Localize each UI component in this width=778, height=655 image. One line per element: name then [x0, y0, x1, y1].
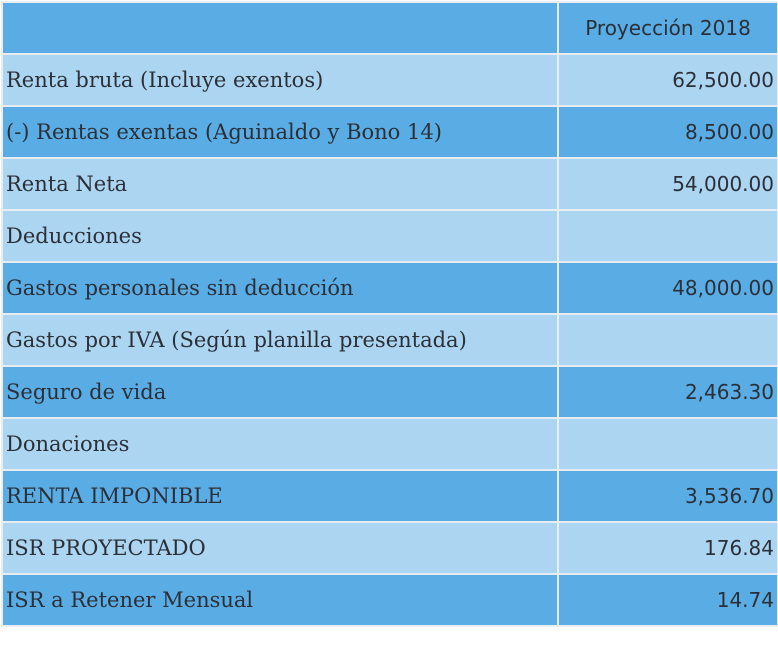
row-value: 176.84	[557, 521, 778, 575]
row-label: (-) Rentas exentas (Aguinaldo y Bono 14)	[1, 105, 559, 159]
row-value: 54,000.00	[557, 157, 778, 211]
row-value: 48,000.00	[557, 261, 778, 315]
row-label: Renta Neta	[1, 157, 559, 211]
table-row-renta-neta: Renta Neta 54,000.00	[1, 157, 778, 211]
row-label: Renta bruta (Incluye exentos)	[1, 53, 559, 107]
row-value	[557, 209, 778, 263]
table-row-renta-imponible: RENTA IMPONIBLE 3,536.70	[1, 469, 778, 523]
row-value: 8,500.00	[557, 105, 778, 159]
row-value: 14.74	[557, 573, 778, 627]
table-row-deducciones: Deducciones	[1, 209, 778, 263]
row-value	[557, 313, 778, 367]
row-label: ISR PROYECTADO	[1, 521, 559, 575]
row-value: 2,463.30	[557, 365, 778, 419]
table-row-gastos-iva: Gastos por IVA (Según planilla presentad…	[1, 313, 778, 367]
row-value: 62,500.00	[557, 53, 778, 107]
table-row-donaciones: Donaciones	[1, 417, 778, 471]
table-row-rentas-exentas: (-) Rentas exentas (Aguinaldo y Bono 14)…	[1, 105, 778, 159]
row-label: ISR a Retener Mensual	[1, 573, 559, 627]
row-value: 3,536.70	[557, 469, 778, 523]
isr-projection-table: Proyección 2018 Renta bruta (Incluye exe…	[1, 1, 778, 627]
table-row-isr-proyectado: ISR PROYECTADO 176.84	[1, 521, 778, 575]
row-label: Deducciones	[1, 209, 559, 263]
header-label-cell	[1, 1, 559, 55]
row-label: Gastos por IVA (Según planilla presentad…	[1, 313, 559, 367]
table-row-isr-mensual: ISR a Retener Mensual 14.74	[1, 573, 778, 627]
row-label: Gastos personales sin deducción	[1, 261, 559, 315]
table-row-seguro-vida: Seguro de vida 2,463.30	[1, 365, 778, 419]
table-header-row: Proyección 2018	[1, 1, 778, 55]
table-row-renta-bruta: Renta bruta (Incluye exentos) 62,500.00	[1, 53, 778, 107]
row-label: RENTA IMPONIBLE	[1, 469, 559, 523]
row-value	[557, 417, 778, 471]
header-year-cell: Proyección 2018	[557, 1, 778, 55]
row-label: Donaciones	[1, 417, 559, 471]
table-row-gastos-personales: Gastos personales sin deducción 48,000.0…	[1, 261, 778, 315]
row-label: Seguro de vida	[1, 365, 559, 419]
